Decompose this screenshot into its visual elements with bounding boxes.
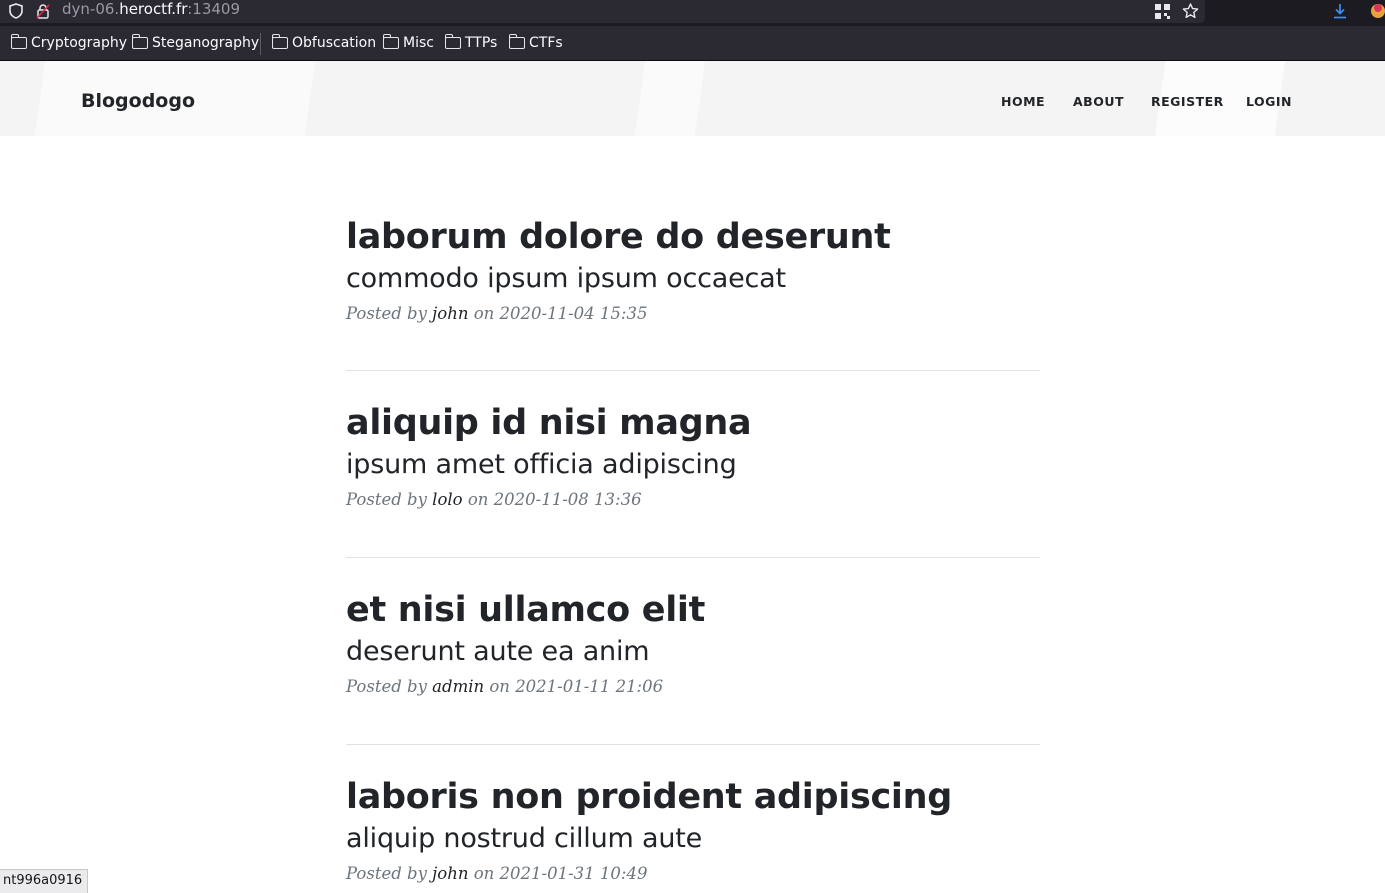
bookmarks-separator [260, 33, 261, 55]
bookmarks-toolbar: Cryptography Steganography Obfuscation M… [0, 26, 1385, 61]
post-date: 2020-11-08 13:36 [493, 490, 642, 509]
folder-icon [508, 34, 525, 49]
qr-code-icon[interactable] [1153, 2, 1171, 20]
url-text[interactable]: dyn-06.heroctf.fr:13409 [62, 0, 240, 20]
posted-by-label: Posted by [346, 677, 427, 696]
post-meta: Posted by john on 2020-11-04 15:35 [346, 304, 1040, 323]
post-author[interactable]: john [432, 864, 468, 883]
site-brand[interactable]: Blogodogo [81, 90, 195, 112]
post-author[interactable]: john [432, 304, 468, 323]
shield-icon[interactable] [7, 2, 25, 20]
posted-by-label: Posted by [346, 864, 427, 883]
post-preview: et nisi ullamco elit deserunt aute ea an… [346, 590, 1040, 696]
post-subtitle[interactable]: aliquip nostrud cillum aute [346, 823, 1040, 855]
site-header: Blogodogo HOME ABOUT REGISTER LOGIN [0, 61, 1385, 136]
folder-icon [10, 34, 27, 49]
extension-avatar-icon[interactable] [1369, 2, 1385, 20]
nav-login[interactable]: LOGIN [1246, 94, 1292, 109]
posted-by-label: Posted by [346, 490, 427, 509]
post-date: 2021-01-11 21:06 [515, 677, 664, 696]
bookmark-ctfs[interactable]: CTFs [508, 34, 563, 52]
folder-icon [444, 34, 461, 49]
post-preview: aliquip id nisi magna ipsum amet officia… [346, 403, 1040, 509]
nav-home[interactable]: HOME [1001, 94, 1045, 109]
bookmark-cryptography[interactable]: Cryptography [10, 34, 128, 52]
post-meta: Posted by lolo on 2020-11-08 13:36 [346, 490, 1040, 509]
download-icon[interactable] [1331, 2, 1349, 20]
star-bookmark-icon[interactable] [1181, 2, 1199, 20]
post-divider [346, 370, 1040, 371]
folder-icon [271, 34, 288, 49]
on-label: on [473, 304, 495, 323]
post-divider [346, 744, 1040, 745]
post-subtitle[interactable]: commodo ipsum ipsum occaecat [346, 263, 1040, 295]
post-meta: Posted by john on 2021-01-31 10:49 [346, 864, 1040, 883]
status-bar-link-preview: nt996a0916 [0, 869, 89, 893]
post-title[interactable]: laborum dolore do deserunt [346, 217, 1040, 257]
post-date: 2020-11-04 15:35 [499, 304, 648, 323]
nav-about[interactable]: ABOUT [1073, 94, 1124, 109]
bookmark-label: Obfuscation [292, 35, 377, 51]
nav-register[interactable]: REGISTER [1151, 94, 1224, 109]
post-meta: Posted by admin on 2021-01-11 21:06 [346, 677, 1040, 696]
posted-by-label: Posted by [346, 304, 427, 323]
bookmark-label: Misc [403, 35, 434, 51]
bookmark-ttps[interactable]: TTPs [444, 34, 498, 52]
on-label: on [467, 490, 489, 509]
post-preview: laboris non proident adipiscing aliquip … [346, 777, 1040, 883]
post-author[interactable]: lolo [432, 490, 462, 509]
on-label: on [473, 864, 495, 883]
bookmark-label: Cryptography [31, 35, 128, 51]
post-subtitle[interactable]: deserunt aute ea anim [346, 636, 1040, 668]
post-preview: laborum dolore do deserunt commodo ipsum… [346, 217, 1040, 323]
bookmark-label: TTPs [465, 35, 498, 51]
bookmark-label: Steganography [152, 35, 260, 51]
bookmark-misc[interactable]: Misc [382, 34, 434, 52]
url-host: heroctf.fr [119, 0, 188, 18]
lock-insecure-icon[interactable] [34, 2, 52, 20]
url-bar[interactable]: dyn-06.heroctf.fr:13409 [0, 0, 1205, 23]
browser-toolbar: dyn-06.heroctf.fr:13409 [0, 0, 1385, 26]
bookmark-obfuscation[interactable]: Obfuscation [271, 34, 377, 52]
post-divider [346, 557, 1040, 558]
header-decoration [634, 61, 706, 136]
post-title[interactable]: laboris non proident adipiscing [346, 777, 1040, 817]
bookmark-steganography[interactable]: Steganography [131, 34, 260, 52]
post-subtitle[interactable]: ipsum amet officia adipiscing [346, 449, 1040, 481]
on-label: on [489, 677, 510, 696]
url-prefix: dyn-06. [62, 0, 120, 18]
post-title[interactable]: et nisi ullamco elit [346, 590, 1040, 630]
folder-icon [382, 34, 399, 49]
post-title[interactable]: aliquip id nisi magna [346, 403, 1040, 443]
post-date: 2021-01-31 10:49 [499, 864, 648, 883]
post-author[interactable]: admin [432, 677, 484, 696]
folder-icon [131, 34, 148, 49]
bookmark-label: CTFs [529, 35, 563, 51]
url-port: :13409 [187, 0, 240, 18]
